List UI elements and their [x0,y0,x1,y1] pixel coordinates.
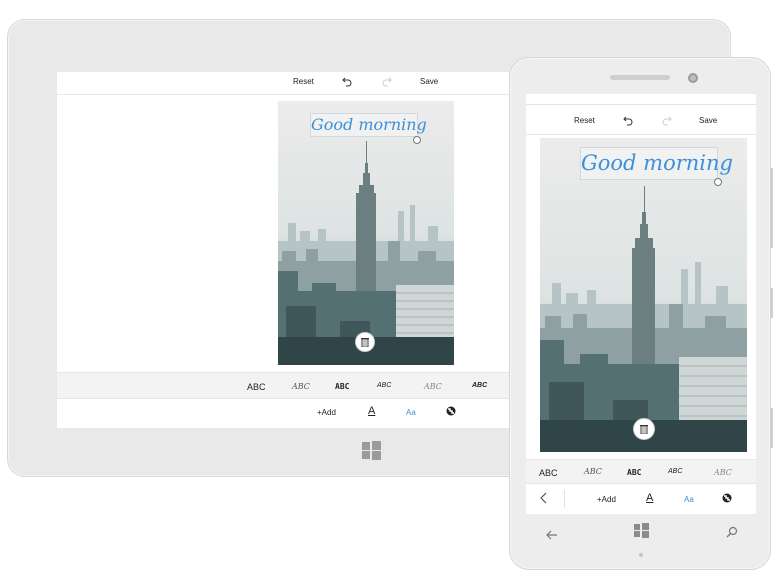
opacity-icon[interactable] [446,406,456,418]
font-sample[interactable]: ABC [714,468,732,477]
font-sample[interactable]: ABC [668,468,682,475]
undo-icon[interactable] [342,76,352,87]
bottom-toolbar: +Add A Aa [57,399,509,428]
redo-icon[interactable] [382,76,392,87]
top-toolbar: Reset Save [57,72,509,95]
resize-handle[interactable] [413,136,421,144]
add-button[interactable]: +Add [317,408,336,417]
save-button[interactable]: Save [699,116,717,125]
phone-screen: Reset Save Good morning ABC ABC ABC ABC … [526,94,756,514]
caption-text[interactable]: Good morning [580,147,733,180]
phone-nav-bar [526,514,756,558]
add-button[interactable]: +Add [597,495,616,504]
trash-icon[interactable] [633,418,655,440]
reset-button[interactable]: Reset [293,77,314,86]
font-style-bar: ABC ABC ABC ABC ABC ABC [57,372,509,399]
caption-text[interactable]: Good morning [310,113,427,137]
font-button[interactable]: Aa [406,408,416,417]
undo-icon[interactable] [623,115,633,126]
redo-icon[interactable] [662,115,672,126]
trash-icon[interactable] [355,332,375,352]
save-button[interactable]: Save [420,77,438,86]
city-photo: Good morning [540,138,747,452]
city-photo: Good morning [278,101,454,365]
font-style-bar: ABC ABC ABC ABC ABC [526,459,756,484]
font-sample[interactable]: ABC [627,468,641,477]
top-toolbar: Reset Save [526,105,756,135]
back-arrow-icon[interactable] [546,527,558,545]
text-color-button[interactable]: A [368,405,375,417]
indicator-dot [639,553,643,557]
font-sample[interactable]: ABC [292,382,310,391]
volume-button [770,168,773,248]
resize-handle[interactable] [714,178,722,186]
font-sample[interactable]: ABC [335,382,349,391]
reset-button[interactable]: Reset [574,116,595,125]
font-sample[interactable]: ABC [424,382,442,391]
text-color-button[interactable]: A [646,492,653,504]
power-button [770,288,773,318]
phone-device: Reset Save Good morning ABC ABC ABC ABC … [509,57,773,570]
front-camera [688,73,698,83]
windows-logo[interactable] [362,441,381,465]
opacity-icon[interactable] [722,493,732,505]
search-icon[interactable] [726,525,738,543]
bottom-toolbar: +Add A Aa [526,485,756,514]
font-sample[interactable]: ABC [584,467,602,476]
font-sample[interactable]: ABC [539,468,558,478]
font-sample[interactable]: ABC [472,382,487,389]
camera-button [770,408,773,448]
font-sample[interactable]: ABC [247,382,266,392]
windows-logo[interactable] [634,523,649,543]
divider [564,490,565,508]
chevron-left-icon[interactable] [540,492,548,506]
font-button[interactable]: Aa [684,495,694,504]
tablet-screen: Reset Save Good morning ABC ABC ABC ABC … [57,72,509,428]
font-sample[interactable]: ABC [377,382,391,389]
speaker [610,75,670,80]
